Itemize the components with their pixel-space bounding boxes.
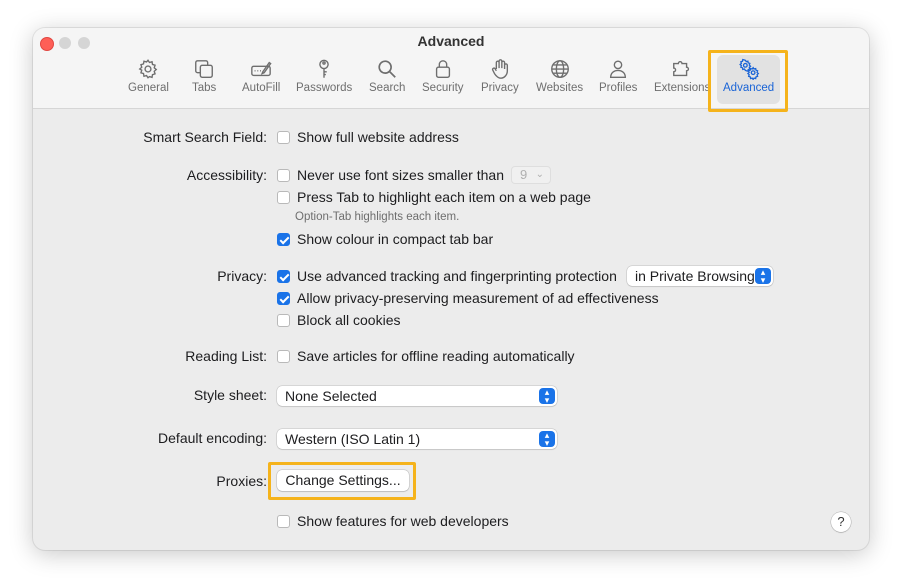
tab-privacy[interactable]: Privacy: [481, 58, 519, 100]
tab-websites[interactable]: Websites: [536, 58, 583, 100]
privacy-label: Privacy:: [217, 268, 267, 284]
advanced-tab-highlight: [708, 50, 788, 112]
tab-tabs[interactable]: Tabs: [192, 58, 216, 100]
min-font-size-select[interactable]: 9 ⌄: [511, 166, 551, 184]
tab-security-label: Security: [422, 82, 464, 94]
window-title: Advanced: [417, 33, 485, 49]
hand-icon: [491, 59, 508, 79]
tab-passwords[interactable]: Passwords: [296, 58, 352, 100]
style-sheet-value: None Selected: [285, 388, 377, 404]
style-sheet-select[interactable]: None Selected ▴ ▾: [277, 386, 557, 406]
block-cookies-text: Block all cookies: [297, 312, 401, 328]
option-tab-hint: Option-Tab highlights each item.: [295, 211, 460, 223]
default-encoding-label: Default encoding:: [158, 430, 267, 446]
tab-extensions-label: Extensions: [654, 82, 711, 94]
gear-icon: [139, 59, 158, 79]
tab-privacy-label: Privacy: [481, 82, 519, 94]
ad-measurement-checkbox[interactable]: [277, 292, 290, 305]
tab-websites-label: Websites: [536, 82, 584, 94]
default-encoding-value: Western (ISO Latin 1): [285, 431, 421, 447]
change-settings-highlight: [268, 462, 416, 500]
show-colour-checkbox[interactable]: [277, 233, 290, 246]
web-developer-checkbox[interactable]: [277, 515, 290, 528]
tracking-protection-text: Use advanced tracking and fingerprinting…: [297, 268, 617, 284]
puzzle-icon: [673, 61, 690, 77]
proxies-label: Proxies:: [216, 473, 267, 489]
autofill-icon: [251, 61, 272, 77]
min-font-size-text: Never use font sizes smaller than: [297, 167, 504, 183]
tab-passwords-label: Passwords: [296, 82, 353, 94]
tracking-scope-select[interactable]: in Private Browsing ▴ ▾: [627, 266, 773, 286]
min-font-size-value: 9: [520, 167, 528, 182]
tab-autofill[interactable]: AutoFill: [242, 58, 280, 100]
save-offline-checkbox[interactable]: [277, 350, 290, 363]
press-tab-text: Press Tab to highlight each item on a we…: [297, 189, 591, 205]
show-colour-text: Show colour in compact tab bar: [297, 231, 494, 247]
accessibility-label: Accessibility:: [186, 167, 267, 183]
tab-tabs-label: Tabs: [192, 82, 217, 94]
ad-measurement-text: Allow privacy-preserving measurement of …: [297, 290, 659, 306]
tab-autofill-label: AutoFill: [242, 82, 281, 94]
save-offline-text: Save articles for offline reading automa…: [297, 348, 575, 364]
style-sheet-label: Style sheet:: [193, 387, 267, 403]
show-full-address-text: Show full website address: [297, 129, 459, 145]
reading-list-label: Reading List:: [185, 348, 267, 364]
tracking-protection-checkbox[interactable]: [277, 270, 290, 283]
block-cookies-checkbox[interactable]: [277, 314, 290, 327]
tab-search[interactable]: Search: [369, 58, 405, 100]
tab-profiles-label: Profiles: [599, 82, 638, 94]
tracking-scope-value: in Private Browsing: [635, 268, 755, 284]
tab-extensions[interactable]: Extensions: [654, 58, 710, 100]
help-button[interactable]: ?: [831, 512, 851, 532]
search-icon: [378, 60, 397, 78]
web-developer-text: Show features for web developers: [297, 513, 509, 529]
tabs-icon: [195, 60, 214, 78]
updown-chevron-icon: ▴ ▾: [755, 268, 771, 285]
person-icon: [610, 60, 627, 78]
lock-icon: [435, 60, 450, 78]
tab-search-label: Search: [369, 82, 406, 94]
updown-chevron-icon: ▴ ▾: [539, 388, 555, 405]
press-tab-checkbox[interactable]: [277, 191, 290, 204]
tab-security[interactable]: Security: [422, 58, 464, 100]
tab-general-label: General: [128, 82, 169, 94]
tab-profiles[interactable]: Profiles: [599, 58, 637, 100]
chevron-down-icon: ⌄: [535, 169, 544, 180]
updown-chevron-icon: ▴ ▾: [539, 431, 555, 448]
tab-general[interactable]: General: [128, 58, 169, 100]
default-encoding-select[interactable]: Western (ISO Latin 1) ▴ ▾: [277, 429, 557, 449]
globe-icon: [550, 60, 569, 78]
show-full-address-checkbox[interactable]: [277, 131, 290, 144]
smart-search-label: Smart Search Field:: [143, 129, 267, 145]
min-font-size-checkbox[interactable]: [277, 169, 290, 182]
key-icon: [319, 59, 329, 78]
